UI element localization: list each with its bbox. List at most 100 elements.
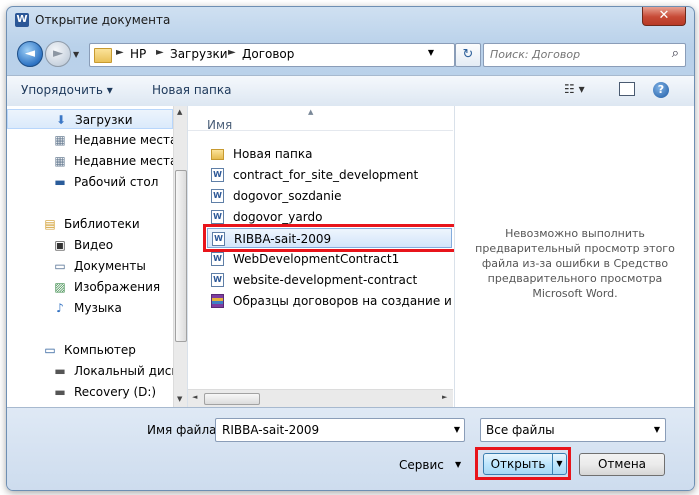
- organize-button[interactable]: Упорядочить ▾: [21, 83, 113, 97]
- dialog-footer: Имя файла: RIBBA-sait-2009 ▼ Все файлы ▼…: [7, 407, 694, 490]
- preview-error-message: Невозможно выполнить предварительный про…: [475, 227, 675, 300]
- navigation-bar: ◄ ► ▼ ► HP ► Загрузки ► Договор ▼ ↻ ⌕: [7, 39, 694, 71]
- open-dropdown-button[interactable]: ▼: [553, 453, 567, 475]
- file-row[interactable]: Wwebsite-development-contract: [207, 270, 452, 290]
- sidebar-item[interactable]: ▬ Локальный диск (C: [7, 361, 173, 381]
- archive-icon: [211, 294, 224, 308]
- scroll-left-arrow[interactable]: ◄: [192, 393, 197, 401]
- word-doc-icon: W: [211, 210, 224, 224]
- open-button-highlight: Открыть ▼: [475, 447, 571, 480]
- sidebar-item[interactable]: ▦ Недавние места: [7, 130, 173, 150]
- sidebar-item[interactable]: ♪ Музыка: [7, 298, 173, 318]
- word-doc-icon: W: [211, 168, 224, 182]
- file-row[interactable]: Новая папка: [207, 144, 452, 164]
- file-type-select[interactable]: Все файлы ▼: [480, 418, 666, 442]
- drive-icon: ▬: [54, 364, 66, 378]
- forward-button[interactable]: ►: [45, 41, 71, 67]
- file-name: WebDevelopmentContract1: [233, 252, 400, 266]
- file-row[interactable]: Wcontract_for_site_development: [207, 165, 452, 185]
- file-name: website-development-contract: [233, 273, 418, 287]
- name-column-label: Имя: [207, 118, 233, 132]
- sidebar-item-label: Recovery (D:): [74, 385, 157, 399]
- close-button[interactable]: ✕: [642, 7, 686, 26]
- tools-dropdown-icon[interactable]: ▼: [455, 460, 461, 469]
- sidebar-item[interactable]: ▬ Рабочий стол: [7, 172, 173, 192]
- recent-locations-dropdown[interactable]: ▼: [73, 50, 79, 59]
- change-view-button[interactable]: ☷ ▾: [564, 82, 585, 96]
- file-name: Образцы договоров на создание и раз...: [233, 294, 452, 308]
- breadcrumb-separator[interactable]: ►: [156, 47, 164, 58]
- address-bar[interactable]: ► HP ► Загрузки ► Договор ▼: [89, 43, 455, 67]
- recent-places-icon: ▦: [54, 154, 66, 168]
- breadcrumb-separator[interactable]: ►: [228, 47, 236, 58]
- file-name: dogovor_yardo: [233, 210, 323, 224]
- help-button[interactable]: ?: [653, 82, 669, 98]
- sidebar-item[interactable]: ▤ Библиотеки: [7, 214, 173, 234]
- search-icon[interactable]: ⌕: [672, 46, 679, 61]
- sort-arrow-icon: ▲: [308, 108, 314, 116]
- sidebar-item-label: Компьютер: [64, 343, 136, 357]
- title-bar: W Открытие документа ✕: [7, 7, 694, 33]
- sidebar-item[interactable]: ▦ Недавние места: [7, 151, 173, 171]
- file-type-value[interactable]: Все файлы: [486, 423, 555, 437]
- scroll-down-arrow[interactable]: ▼: [177, 395, 182, 403]
- file-row[interactable]: Образцы договоров на создание и раз...: [207, 291, 452, 311]
- filename-label: Имя файла:: [147, 423, 221, 437]
- new-folder-button[interactable]: Новая папка: [152, 83, 231, 97]
- breadcrumb-separator[interactable]: ►: [116, 47, 124, 58]
- tools-button[interactable]: Сервис: [399, 458, 444, 472]
- pictures-icon: ▨: [54, 280, 66, 294]
- preview-pane-button[interactable]: [619, 82, 635, 96]
- sidebar-item[interactable]: ▭ Документы: [7, 256, 173, 276]
- word-doc-icon: W: [211, 189, 224, 203]
- selection-highlight-box: [203, 224, 457, 252]
- filename-value[interactable]: RIBBA-sait-2009: [222, 423, 319, 437]
- sidebar-item-label: Загрузки: [75, 113, 133, 127]
- sidebar-item-label: Рабочий стол: [74, 175, 159, 189]
- sidebar-item[interactable]: ▭ Компьютер: [7, 340, 173, 360]
- scroll-right-arrow[interactable]: ►: [442, 393, 447, 401]
- folder-icon: [211, 149, 224, 160]
- navigation-pane: ▬ Recovery (D:) ▬ Локальный диск (C ▭ Компьют…: [7, 106, 188, 407]
- cancel-button[interactable]: Отмена: [579, 453, 665, 476]
- name-column-header[interactable]: Имя ▲: [188, 106, 453, 132]
- sidebar-item[interactable]: ▨ Изображения: [7, 277, 173, 297]
- refresh-button[interactable]: ↻: [455, 43, 481, 67]
- computer-icon: ▭: [44, 343, 56, 357]
- sidebar-item-label: Недавние места: [74, 154, 173, 168]
- filename-dropdown[interactable]: ▼: [454, 425, 460, 434]
- recent-places-icon: ▦: [54, 133, 66, 147]
- breadcrumb-downloads[interactable]: Загрузки: [170, 47, 228, 61]
- documents-icon: ▭: [54, 259, 66, 273]
- word-doc-icon: W: [211, 252, 224, 266]
- folder-icon: [94, 48, 112, 63]
- music-icon: ♪: [56, 301, 64, 315]
- file-list: Имя ▲ ◄ ► Новая папка Wcontract_for_site_…: [188, 106, 457, 407]
- sidebar-item[interactable]: ▬ Recovery (D:): [7, 382, 173, 402]
- file-row[interactable]: W WebDevelopmentContract1: [207, 249, 452, 269]
- filename-field[interactable]: RIBBA-sait-2009 ▼: [215, 418, 465, 442]
- sidebar-item-label: Изображения: [74, 280, 161, 294]
- file-type-dropdown[interactable]: ▼: [654, 425, 660, 434]
- breadcrumb-contract[interactable]: Договор: [242, 47, 294, 61]
- address-dropdown[interactable]: ▼: [428, 48, 434, 57]
- file-list-scrollbar[interactable]: ◄ ►: [188, 389, 453, 407]
- scroll-up-arrow[interactable]: ▲: [177, 108, 182, 116]
- sidebar-item-label: Документы: [74, 259, 146, 273]
- back-button[interactable]: ◄: [17, 41, 43, 67]
- word-app-icon: W: [15, 13, 29, 27]
- sidebar-item[interactable]: ⬇ Загрузки: [7, 109, 173, 129]
- sidebar-item-label: Библиотеки: [64, 217, 140, 231]
- open-button[interactable]: Открыть: [483, 453, 553, 475]
- window-title: Открытие документа: [35, 13, 171, 27]
- nav-scroll-thumb[interactable]: [175, 170, 187, 342]
- file-row[interactable]: Wdogovor_sozdanie: [207, 186, 452, 206]
- file-name: dogovor_sozdanie: [233, 189, 342, 203]
- sidebar-item[interactable]: ▣ Видео: [7, 235, 173, 255]
- search-input[interactable]: [484, 44, 666, 64]
- breadcrumb-hp[interactable]: HP: [130, 47, 146, 61]
- file-scroll-thumb[interactable]: [204, 393, 260, 405]
- sidebar-item-label: Музыка: [74, 301, 122, 315]
- nav-scrollbar[interactable]: ▲ ▼: [173, 106, 187, 407]
- search-box[interactable]: ⌕: [483, 43, 686, 67]
